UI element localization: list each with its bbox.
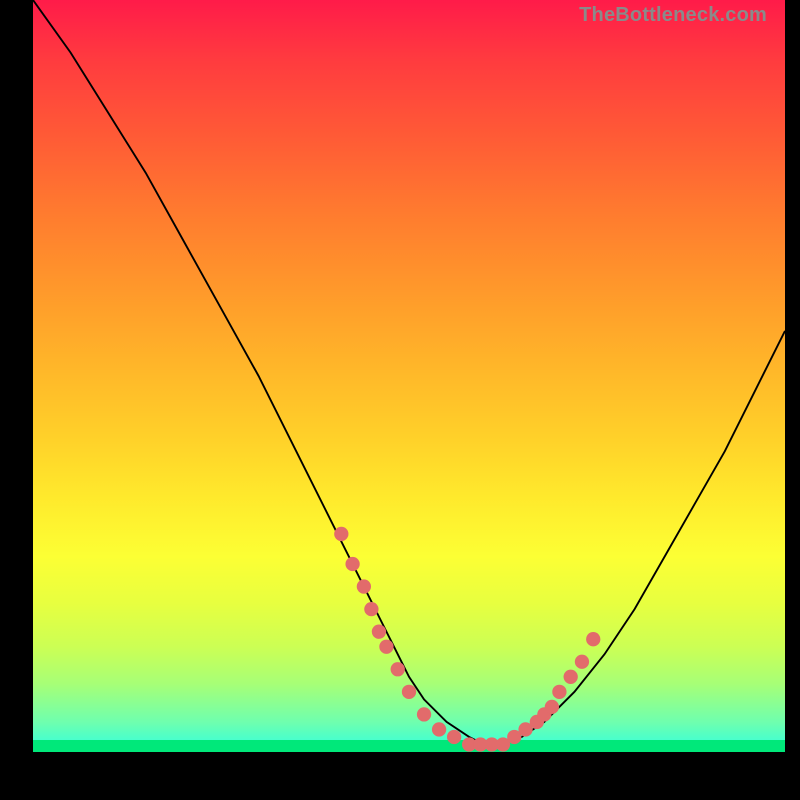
chart-frame: TheBottleneck.com: [33, 0, 785, 778]
chart-svg: [33, 0, 785, 752]
data-point: [417, 707, 431, 721]
data-point: [357, 579, 371, 593]
data-point: [564, 670, 578, 684]
data-point-markers: [334, 527, 600, 752]
data-point: [432, 722, 446, 736]
data-point: [447, 730, 461, 744]
data-point: [586, 632, 600, 646]
bottleneck-curve: [33, 0, 785, 744]
data-point: [402, 685, 416, 699]
data-point: [379, 640, 393, 654]
data-point: [391, 662, 405, 676]
data-point: [334, 527, 348, 541]
data-point: [545, 700, 559, 714]
data-point: [372, 625, 386, 639]
data-point: [552, 685, 566, 699]
data-point: [575, 655, 589, 669]
watermark-text: TheBottleneck.com: [579, 4, 767, 27]
data-point: [364, 602, 378, 616]
data-point: [345, 557, 359, 571]
